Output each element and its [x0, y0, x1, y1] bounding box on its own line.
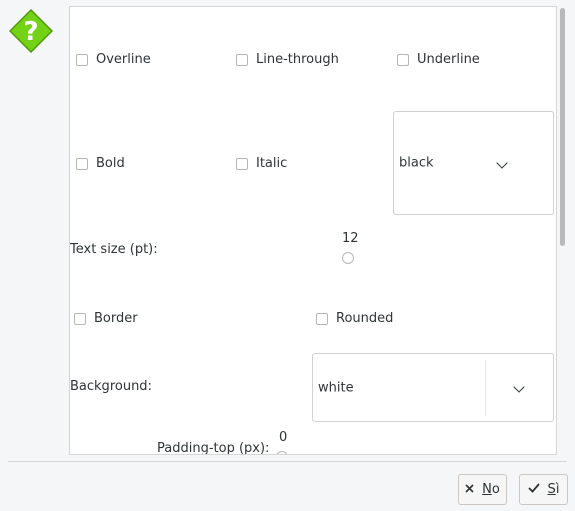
- italic-label: Italic: [256, 156, 288, 171]
- underline-label: Underline: [417, 52, 480, 67]
- svg-text:?: ?: [23, 17, 38, 47]
- underline-checkbox[interactable]: Underline: [397, 52, 480, 67]
- background-combo[interactable]: white: [312, 353, 554, 422]
- options-panel: Overline Line-through Underline Bold Ita…: [69, 6, 557, 455]
- chevron-down-icon: [496, 157, 508, 169]
- yes-button[interactable]: Sì: [519, 474, 568, 505]
- rounded-checkbox[interactable]: Rounded: [316, 311, 393, 326]
- scrollbar-thumb[interactable]: [560, 8, 565, 246]
- help-question-icon: ?: [8, 8, 54, 54]
- bold-checkbox[interactable]: Bold: [76, 156, 125, 171]
- underline-box[interactable]: [397, 53, 409, 66]
- line-through-checkbox[interactable]: Line-through: [236, 52, 339, 67]
- border-label: Border: [94, 311, 138, 326]
- padding-top-label: Padding-top (px):: [157, 441, 270, 455]
- background-label: Background:: [70, 379, 152, 394]
- yes-button-label: Sì: [547, 482, 560, 497]
- italic-box[interactable]: [236, 157, 248, 170]
- vertical-scrollbar[interactable]: [559, 6, 567, 455]
- text-size-value: 12: [342, 231, 359, 246]
- rounded-label: Rounded: [336, 311, 394, 326]
- checkmark-icon: [527, 482, 540, 497]
- overline-checkbox[interactable]: Overline: [76, 52, 151, 67]
- line-through-label: Line-through: [256, 52, 339, 67]
- close-x-icon: [465, 482, 474, 497]
- italic-checkbox[interactable]: Italic: [236, 156, 287, 171]
- text-color-value: black: [399, 155, 434, 171]
- text-size-label: Text size (pt):: [70, 242, 158, 257]
- padding-top-slider-knob[interactable]: [276, 451, 288, 454]
- bold-box[interactable]: [76, 157, 88, 170]
- border-checkbox[interactable]: Border: [74, 311, 138, 326]
- no-button-label: No: [482, 482, 500, 497]
- border-box[interactable]: [74, 312, 86, 325]
- button-separator: [8, 461, 567, 462]
- line-through-box[interactable]: [236, 53, 248, 66]
- rounded-box[interactable]: [316, 312, 328, 325]
- padding-top-value: 0: [279, 430, 288, 445]
- combo-divider: [485, 360, 486, 416]
- overline-box[interactable]: [76, 53, 88, 66]
- overline-label: Overline: [96, 52, 151, 67]
- background-value: white: [318, 380, 354, 395]
- text-color-combo[interactable]: black: [393, 111, 554, 215]
- no-button[interactable]: No: [458, 474, 507, 505]
- bold-label: Bold: [96, 156, 125, 171]
- chevron-down-icon: [513, 381, 525, 393]
- text-size-slider-knob[interactable]: [342, 252, 354, 264]
